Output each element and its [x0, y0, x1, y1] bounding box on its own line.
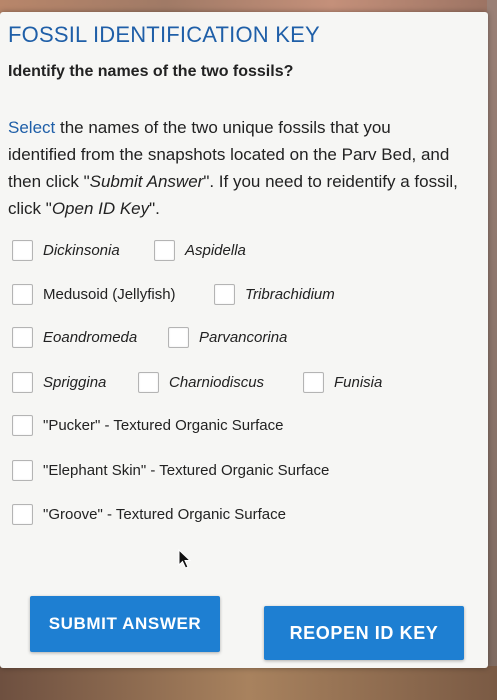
checkbox-pucker[interactable] [12, 415, 33, 436]
reopen-id-key-button[interactable]: REOPEN ID KEY [264, 606, 464, 660]
background-photo-bottom [0, 666, 497, 700]
option-label-elephant-skin: "Elephant Skin" - Textured Organic Surfa… [43, 462, 330, 479]
option-label-charniodiscus: Charniodiscus [169, 374, 265, 391]
option-label-dickinsonia: Dickinsonia [43, 242, 120, 259]
option-pucker[interactable]: "Pucker" - Textured Organic Surface [12, 415, 283, 436]
option-charniodiscus[interactable]: Charniodiscus [138, 372, 264, 393]
instructions-open-ref: Open ID Key [51, 199, 150, 218]
option-funisia[interactable]: Funisia [303, 372, 382, 393]
option-label-eoandromeda: Eoandromeda [43, 329, 138, 346]
option-label-medusoid: Medusoid (Jellyfish) [43, 286, 176, 303]
option-groove[interactable]: "Groove" - Textured Organic Surface [12, 504, 286, 525]
checkbox-dickinsonia[interactable] [12, 240, 33, 261]
dialog-title: FOSSIL IDENTIFICATION KEY [8, 22, 320, 47]
option-spriggina[interactable]: Spriggina [12, 372, 106, 393]
instructions-select-word: Select [8, 118, 56, 137]
checkbox-spriggina[interactable] [12, 372, 33, 393]
option-elephant-skin[interactable]: "Elephant Skin" - Textured Organic Surfa… [12, 460, 329, 481]
checkbox-groove[interactable] [12, 504, 33, 525]
option-label-tribrachidium: Tribrachidium [245, 286, 335, 303]
checkbox-eoandromeda[interactable] [12, 327, 33, 348]
checkbox-funisia[interactable] [303, 372, 324, 393]
mouse-pointer-icon [178, 548, 192, 574]
checkbox-aspidella[interactable] [154, 240, 175, 261]
question-heading: Identify the names of the two fossils? [8, 63, 294, 80]
option-tribrachidium[interactable]: Tribrachidium [214, 284, 335, 305]
option-eoandromeda[interactable]: Eoandromeda [12, 327, 137, 348]
checkbox-medusoid[interactable] [12, 284, 33, 305]
background-photo-right [487, 0, 497, 700]
option-label-pucker: "Pucker" - Textured Organic Surface [43, 417, 284, 434]
instructions-text: Select the names of the two unique fossi… [8, 114, 463, 222]
instructions-part-3: ". [149, 199, 160, 218]
option-dickinsonia[interactable]: Dickinsonia [12, 240, 120, 261]
checkbox-parvancorina[interactable] [168, 327, 189, 348]
option-medusoid[interactable]: Medusoid (Jellyfish) [12, 284, 176, 305]
checkbox-tribrachidium[interactable] [214, 284, 235, 305]
submit-answer-button[interactable]: SUBMIT ANSWER [30, 596, 220, 652]
option-aspidella[interactable]: Aspidella [154, 240, 246, 261]
option-label-parvancorina: Parvancorina [199, 329, 288, 346]
option-label-groove: "Groove" - Textured Organic Surface [43, 506, 286, 523]
instructions-submit-ref: Submit Answer [89, 172, 204, 191]
option-label-aspidella: Aspidella [185, 242, 246, 259]
checkbox-charniodiscus[interactable] [138, 372, 159, 393]
option-parvancorina[interactable]: Parvancorina [168, 327, 287, 348]
option-label-funisia: Funisia [334, 374, 383, 391]
option-label-spriggina: Spriggina [43, 374, 107, 391]
checkbox-elephant-skin[interactable] [12, 460, 33, 481]
